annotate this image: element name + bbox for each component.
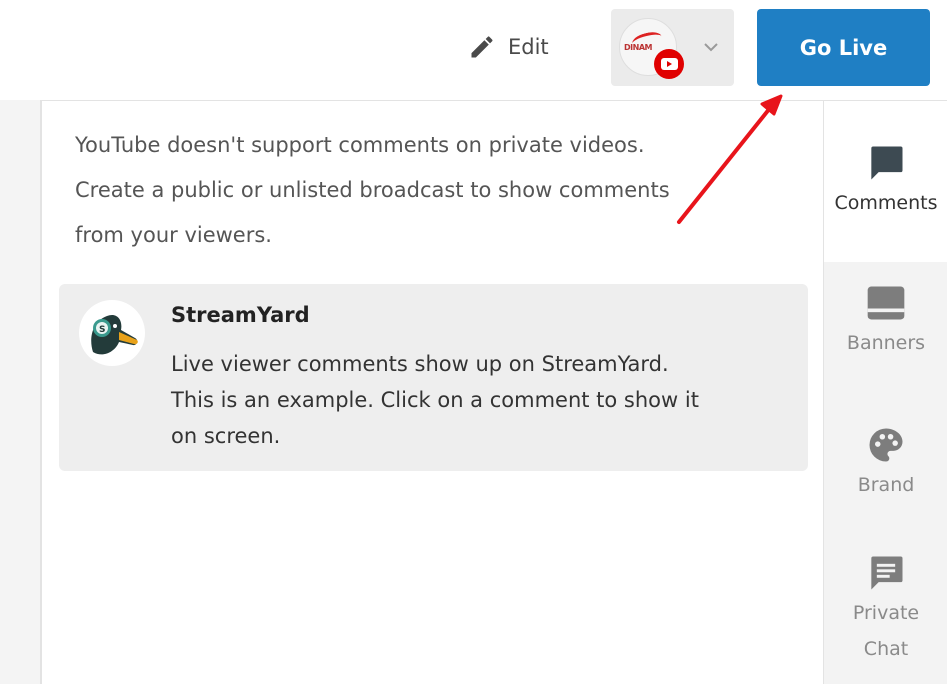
edit-button[interactable]: Edit: [468, 28, 549, 66]
notice-line: YouTube doesn't support comments on priv…: [75, 133, 645, 157]
streamyard-avatar: S: [79, 300, 145, 366]
sidebar-item-label: Comments: [834, 192, 938, 214]
sidebar-item-private-chat[interactable]: Private Chat: [824, 551, 947, 684]
comment-text: Live viewer comments show up on StreamYa…: [171, 346, 791, 454]
sidebar-item-banners[interactable]: Banners: [824, 281, 947, 391]
private-video-notice: YouTube doesn't support comments on priv…: [75, 123, 775, 258]
notice-line: from your viewers.: [75, 223, 272, 247]
avatar-logo-text: DINAM: [624, 43, 652, 52]
sidebar-item-label: Brand: [857, 474, 915, 496]
comment-line: This is an example. Click on a comment t…: [171, 388, 699, 412]
sidebar-item-comments[interactable]: Comments: [824, 101, 947, 262]
sidebar-item-label-line2: Chat: [863, 638, 909, 660]
top-bar: Edit DINAM Go Live: [0, 0, 947, 100]
palette-icon: [869, 428, 903, 462]
svg-text:S: S: [99, 325, 105, 335]
go-live-label: Go Live: [799, 35, 888, 60]
comment-line: Live viewer comments show up on StreamYa…: [171, 352, 669, 376]
streamyard-studio: Edit DINAM Go Live YouTube doesn't suppo…: [0, 0, 947, 684]
sidebar-item-label: Private: [852, 602, 920, 624]
edit-label: Edit: [508, 35, 549, 59]
comments-panel: YouTube doesn't support comments on priv…: [40, 100, 823, 684]
private-chat-icon: [871, 556, 903, 590]
comment-author: StreamYard: [171, 303, 310, 327]
pencil-icon: [471, 36, 493, 58]
comment-card[interactable]: S StreamYard Live viewer comments show u…: [59, 284, 808, 471]
left-gutter: [0, 100, 40, 684]
notice-line: Create a public or unlisted broadcast to…: [75, 178, 670, 202]
chevron-down-icon: [704, 43, 718, 52]
sidebar-item-brand[interactable]: Brand: [824, 423, 947, 533]
comment-icon: [871, 146, 903, 180]
destination-account-button[interactable]: DINAM: [611, 9, 734, 86]
duck-logo-icon: S: [91, 314, 138, 355]
go-live-button[interactable]: Go Live: [757, 9, 930, 86]
sidebar-item-label: Banners: [846, 332, 926, 354]
comment-line: on screen.: [171, 424, 281, 448]
youtube-icon: [654, 49, 684, 79]
banner-icon: [867, 286, 905, 320]
right-sidebar: Comments Banners Brand Private Chat: [823, 100, 947, 684]
